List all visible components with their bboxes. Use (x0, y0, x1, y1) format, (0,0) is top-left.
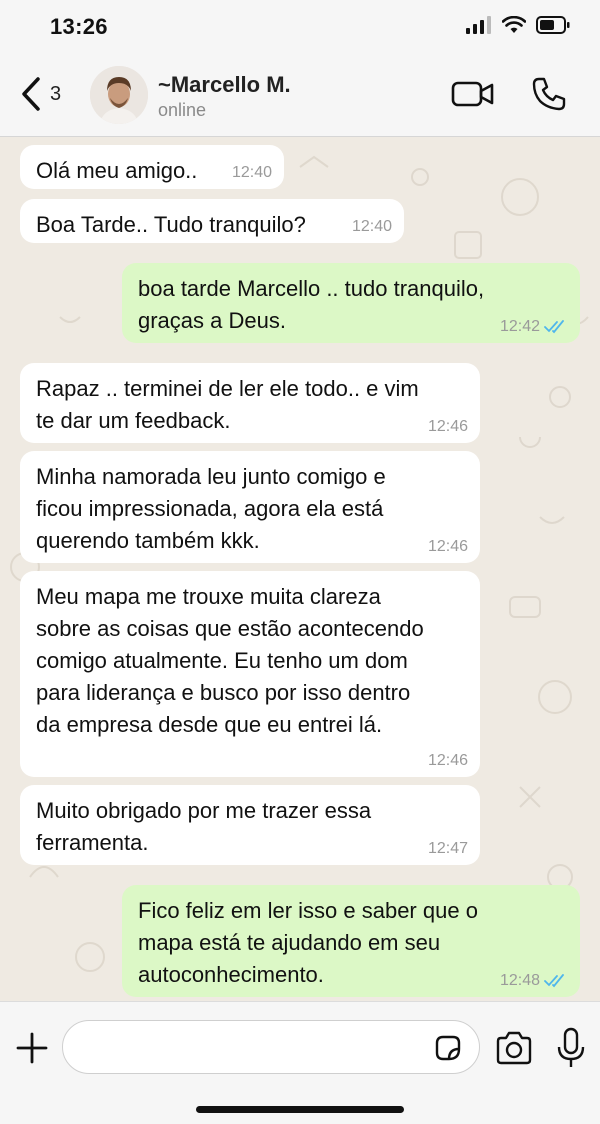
message-text: Rapaz .. terminei de ler ele todo.. e vi… (36, 376, 419, 433)
camera-icon (496, 1031, 532, 1065)
avatar-photo (90, 66, 148, 124)
message-text: Minha namorada leu junto comigo e ficou … (36, 464, 386, 553)
message-bubble-incoming[interactable]: Rapaz .. terminei de ler ele todo.. e vi… (20, 363, 480, 443)
sticker-icon (435, 1035, 461, 1061)
contact-status: online (158, 100, 207, 120)
plus-icon (16, 1032, 48, 1064)
message-input-container (62, 1020, 480, 1074)
message-text: Boa Tarde.. Tudo tranquilo? (36, 212, 306, 237)
status-time: 13:26 (50, 14, 108, 39)
message-time: 12:46 (427, 418, 468, 435)
message-bubble-incoming[interactable]: Muito obrigado por me trazer essa ferram… (20, 785, 480, 865)
message-text: Meu mapa me trouxe muita clareza sobre a… (36, 584, 424, 737)
mic-icon (557, 1027, 585, 1067)
chat-area[interactable]: Olá meu amigo.. 12:40 Boa Tarde.. Tudo t… (0, 137, 600, 1001)
back-button[interactable]: 3 (20, 72, 80, 116)
voice-call-button[interactable] (526, 74, 572, 114)
home-indicator (196, 1106, 404, 1113)
message-time: 12:40 (351, 218, 392, 235)
wifi-icon (502, 16, 526, 33)
message-bubble-outgoing[interactable]: boa tarde Marcello .. tudo tranquilo, gr… (122, 263, 580, 343)
message-time: 12:40 (231, 164, 272, 181)
message-bubble-incoming[interactable]: Olá meu amigo.. 12:40 (20, 145, 284, 189)
battery-icon (536, 16, 570, 34)
message-meta: 12:46 (428, 751, 468, 771)
video-call-button[interactable] (450, 74, 496, 114)
message-time: 12:46 (427, 538, 468, 555)
phone-icon (532, 77, 566, 111)
message-meta: 12:46 (428, 537, 468, 557)
message-meta: 12:48 (500, 971, 568, 991)
message-time: 12:46 (427, 752, 468, 769)
video-call-icon (451, 81, 494, 107)
message-text: Muito obrigado por me trazer essa ferram… (36, 798, 372, 855)
attach-button[interactable] (14, 1030, 50, 1066)
signal-icon (466, 16, 491, 34)
message-time: 12:48 (499, 972, 540, 989)
message-meta: 12:47 (428, 839, 468, 859)
message-bubble-outgoing[interactable]: Fico feliz em ler isso e saber que o map… (122, 885, 580, 997)
message-bubble-incoming[interactable]: Meu mapa me trouxe muita clareza sobre a… (20, 571, 480, 777)
back-chevron-icon (22, 77, 40, 111)
avatar[interactable] (90, 66, 148, 124)
message-meta: 12:40 (232, 163, 272, 183)
status-icons (466, 16, 570, 34)
sticker-button[interactable] (433, 1033, 463, 1063)
message-time: 12:47 (427, 840, 468, 857)
message-meta: 12:46 (428, 417, 468, 437)
read-receipt-icon (544, 974, 564, 988)
message-bubble-incoming[interactable]: Boa Tarde.. Tudo tranquilo? 12:40 (20, 199, 404, 243)
read-receipt-icon (544, 320, 564, 334)
unread-count: 3 (50, 82, 62, 105)
contact-name[interactable]: ~Marcello M. (158, 72, 291, 98)
message-input[interactable] (63, 1021, 423, 1073)
message-bubble-incoming[interactable]: Minha namorada leu junto comigo e ficou … (20, 451, 480, 563)
status-bar: 13:26 (0, 0, 600, 56)
composer-bar (0, 1001, 600, 1124)
camera-button[interactable] (494, 1030, 534, 1066)
chat-header: 3 ~Marcello M. online (0, 56, 600, 137)
voice-message-button[interactable] (556, 1026, 586, 1070)
message-meta: 12:42 (500, 317, 568, 337)
message-meta: 12:40 (352, 217, 392, 237)
message-time: 12:42 (499, 318, 540, 335)
